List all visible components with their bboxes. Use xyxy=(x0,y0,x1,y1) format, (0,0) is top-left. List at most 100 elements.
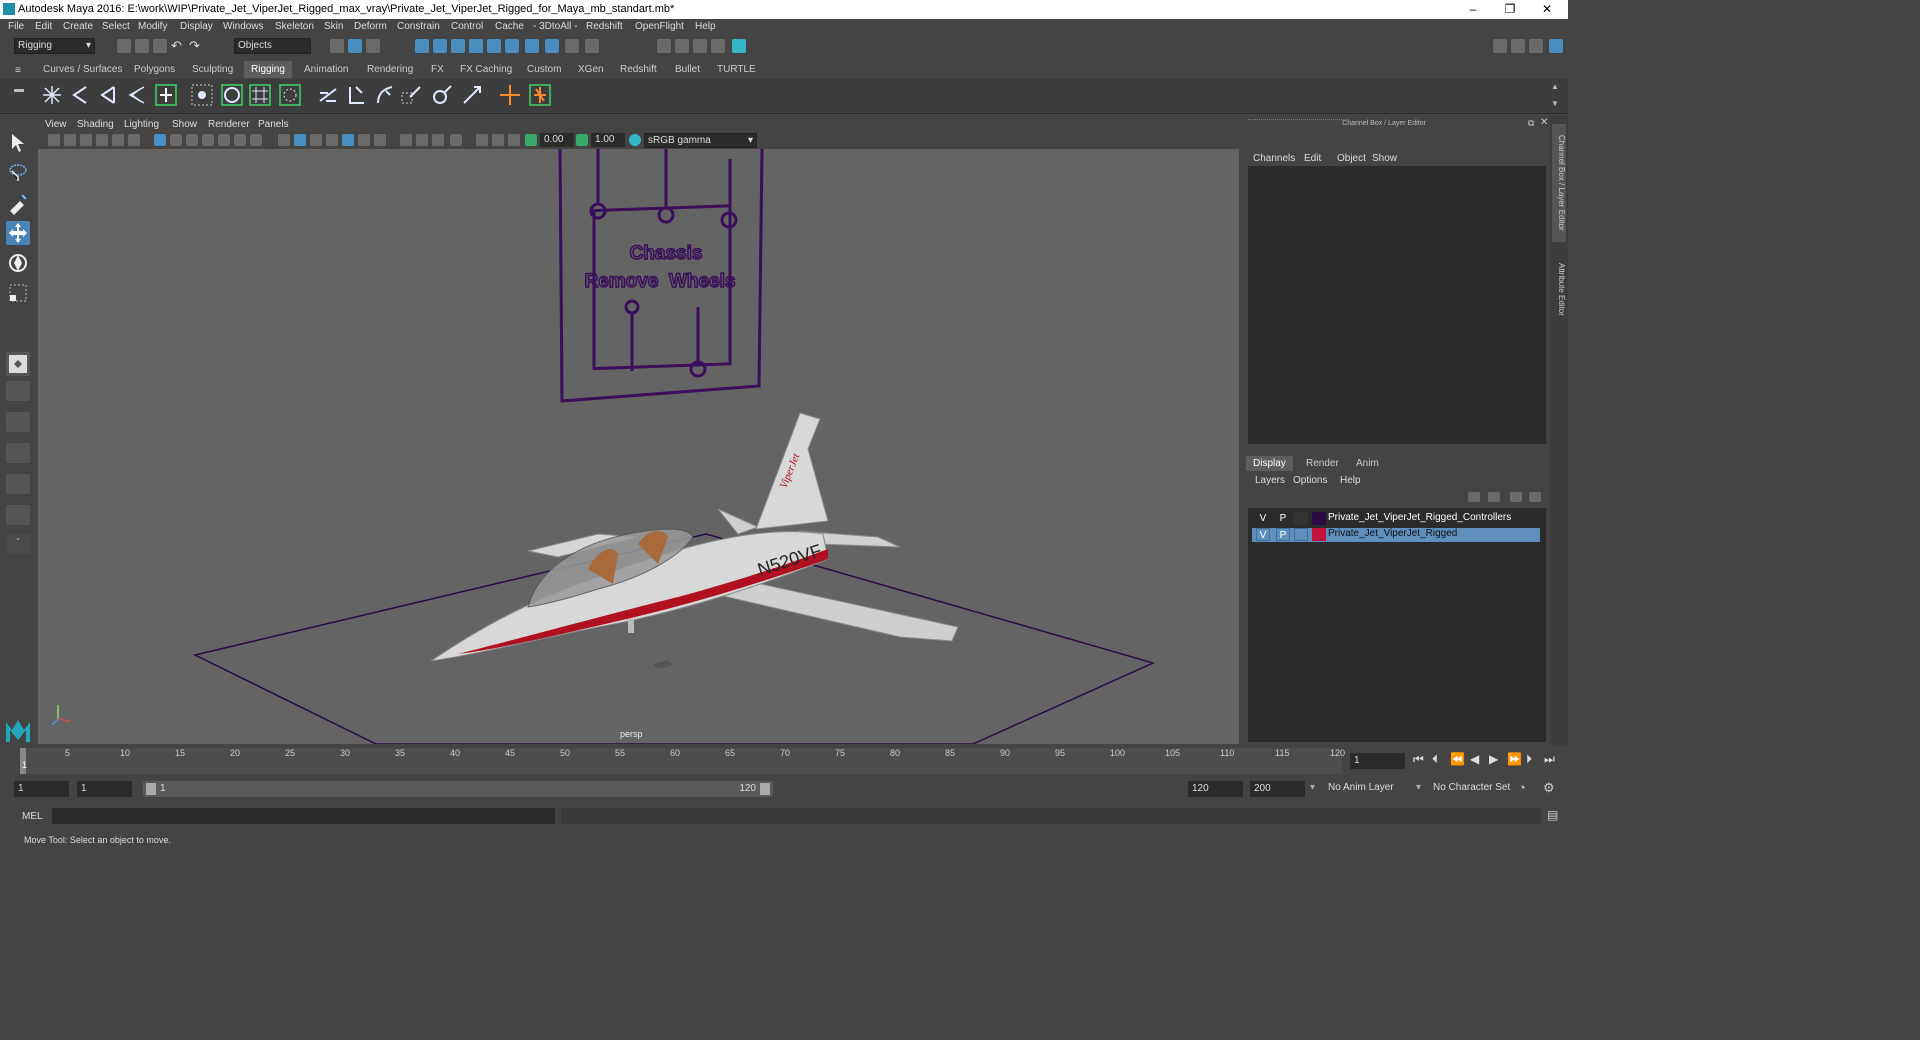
playback-start-field[interactable]: 1 xyxy=(77,781,132,797)
isolate-select-icon[interactable] xyxy=(450,134,462,146)
close-button[interactable]: ✕ xyxy=(1532,2,1562,17)
menu-cache[interactable]: Cache xyxy=(495,21,524,32)
menu-set-dropdown[interactable]: Rigging ▾ xyxy=(14,38,95,54)
hypershade-icon[interactable] xyxy=(732,39,746,53)
persp-graph-layout-icon[interactable] xyxy=(6,412,30,432)
lattice-icon[interactable] xyxy=(220,83,244,107)
menu-skin[interactable]: Skin xyxy=(324,21,343,32)
tab-rigging[interactable]: Rigging xyxy=(244,61,292,78)
smooth-shade-icon[interactable] xyxy=(294,134,306,146)
parent-constraint-icon[interactable] xyxy=(498,83,522,107)
hypershade-layout-icon[interactable] xyxy=(6,505,30,525)
auto-key-icon[interactable]: ◔ xyxy=(1518,780,1526,795)
select-tool-icon[interactable] xyxy=(6,131,30,155)
channels-menu[interactable]: Channels xyxy=(1253,153,1295,164)
persp-outliner-layout-icon[interactable] xyxy=(6,443,30,463)
orient-constraint-icon[interactable] xyxy=(460,83,484,107)
render-frame-icon[interactable] xyxy=(675,39,689,53)
field-chart-icon[interactable] xyxy=(218,134,230,146)
ipr-render-icon[interactable] xyxy=(693,39,707,53)
tab-polygons[interactable]: Polygons xyxy=(134,64,175,75)
menu-redshift[interactable]: Redshift xyxy=(586,21,623,32)
channel-box-area[interactable] xyxy=(1248,166,1546,444)
layer-row[interactable]: V P Private_Jet_ViperJet_Rigged_Controll… xyxy=(1252,512,1540,526)
resolution-gate-icon[interactable] xyxy=(186,134,198,146)
play-forwards-icon[interactable]: ▶ xyxy=(1489,752,1498,766)
side-tab-channel-box[interactable]: Channel Box / Layer Editor xyxy=(1552,124,1566,242)
wireframe-icon[interactable] xyxy=(278,134,290,146)
maximize-button[interactable]: ❐ xyxy=(1495,2,1525,17)
go-to-end-icon[interactable]: ⏭ xyxy=(1544,752,1555,767)
shadows-icon[interactable] xyxy=(358,134,370,146)
new-layer-icon[interactable] xyxy=(1510,492,1522,502)
close-panel-icon[interactable]: ✕ xyxy=(1540,117,1548,128)
undo-icon[interactable]: ↶ xyxy=(171,39,185,53)
lasso-tool-icon[interactable] xyxy=(6,161,30,185)
gamma-icon[interactable] xyxy=(576,134,588,146)
time-slider-track[interactable]: 1 5 10 15 20 25 30 35 40 45 50 55 60 65 … xyxy=(20,748,1345,774)
preferences-icon[interactable]: ⚙ xyxy=(1543,780,1555,796)
pole-vector-icon[interactable] xyxy=(528,83,552,107)
locator-icon[interactable] xyxy=(154,83,178,107)
menu-windows[interactable]: Windows xyxy=(223,21,264,32)
view-transform-dropdown[interactable]: sRGB gamma ▾ xyxy=(644,133,757,148)
tab-animation[interactable]: Animation xyxy=(304,64,348,75)
render-view-icon[interactable] xyxy=(657,39,671,53)
snap-grid-icon[interactable] xyxy=(415,39,429,53)
menu-modify[interactable]: Modify xyxy=(138,21,167,32)
playback-end-field[interactable]: 120 xyxy=(1188,781,1243,797)
step-back-key-icon[interactable]: ⏪ xyxy=(1450,752,1465,766)
paint-skin-weights-icon[interactable] xyxy=(372,83,396,107)
layer-playback-toggle[interactable]: P xyxy=(1276,512,1290,525)
new-layer-selected-icon[interactable] xyxy=(1529,492,1541,502)
xray-icon[interactable] xyxy=(476,134,488,146)
textured-icon[interactable] xyxy=(326,134,338,146)
range-slider-bar[interactable]: 1 120 xyxy=(143,781,773,797)
select-object-icon[interactable] xyxy=(348,39,362,53)
layer-color-swatch[interactable] xyxy=(1312,512,1326,525)
tab-xgen[interactable]: XGen xyxy=(578,64,604,75)
soft-mod-icon[interactable] xyxy=(278,83,302,107)
layer-display-type[interactable] xyxy=(1294,512,1308,525)
grease-pencil-icon[interactable] xyxy=(128,134,140,146)
viewport-menu-show[interactable]: Show xyxy=(172,119,197,130)
range-end-handle[interactable] xyxy=(760,783,770,795)
tab-sculpting[interactable]: Sculpting xyxy=(192,64,233,75)
tab-curves-surfaces[interactable]: Curves / Surfaces xyxy=(43,64,122,75)
exposure-field[interactable]: 0.00 xyxy=(540,133,574,147)
outliner-layout-icon[interactable] xyxy=(6,474,30,494)
aim-constraint-icon[interactable] xyxy=(430,83,454,107)
command-language-label[interactable]: MEL xyxy=(22,811,43,822)
move-layer-up-icon[interactable] xyxy=(1468,492,1480,502)
gate-mask-icon[interactable] xyxy=(202,134,214,146)
motion-blur-icon[interactable] xyxy=(400,134,412,146)
menu-edit[interactable]: Edit xyxy=(35,21,52,32)
insert-joint-icon[interactable] xyxy=(68,83,92,107)
point-constraint-icon[interactable] xyxy=(400,83,424,107)
snap-point-icon[interactable] xyxy=(451,39,465,53)
camera-select-icon[interactable] xyxy=(48,134,60,146)
channel-box-toggle-icon[interactable] xyxy=(1549,39,1563,53)
help-menu[interactable]: Help xyxy=(1340,475,1361,486)
menu-help[interactable]: Help xyxy=(695,21,716,32)
modeling-toolkit-icon[interactable] xyxy=(1493,39,1507,53)
detach-skin-icon[interactable] xyxy=(344,83,368,107)
snap-ui-icon[interactable] xyxy=(525,39,539,53)
time-slider[interactable]: 1 5 10 15 20 25 30 35 40 45 50 55 60 65 … xyxy=(0,746,1568,776)
redo-icon[interactable]: ↷ xyxy=(189,39,203,53)
range-start-handle[interactable] xyxy=(146,783,156,795)
anti-aliasing-icon[interactable] xyxy=(416,134,428,146)
cluster-icon[interactable] xyxy=(190,83,214,107)
menu-constrain[interactable]: Constrain xyxy=(397,21,440,32)
history-icon[interactable] xyxy=(585,39,599,53)
xray-joints-icon[interactable] xyxy=(492,134,504,146)
move-tool-icon[interactable] xyxy=(6,221,30,245)
rotate-tool-icon[interactable] xyxy=(6,251,30,275)
menu-file[interactable]: File xyxy=(8,21,24,32)
step-forward-frame-icon[interactable]: ⏵ xyxy=(1526,752,1532,767)
tab-fx-caching[interactable]: FX Caching xyxy=(460,64,512,75)
paint-select-icon[interactable] xyxy=(6,191,30,215)
snap-vertex-icon[interactable] xyxy=(505,39,519,53)
tab-custom[interactable]: Custom xyxy=(527,64,561,75)
object-menu[interactable]: Object xyxy=(1337,153,1366,164)
